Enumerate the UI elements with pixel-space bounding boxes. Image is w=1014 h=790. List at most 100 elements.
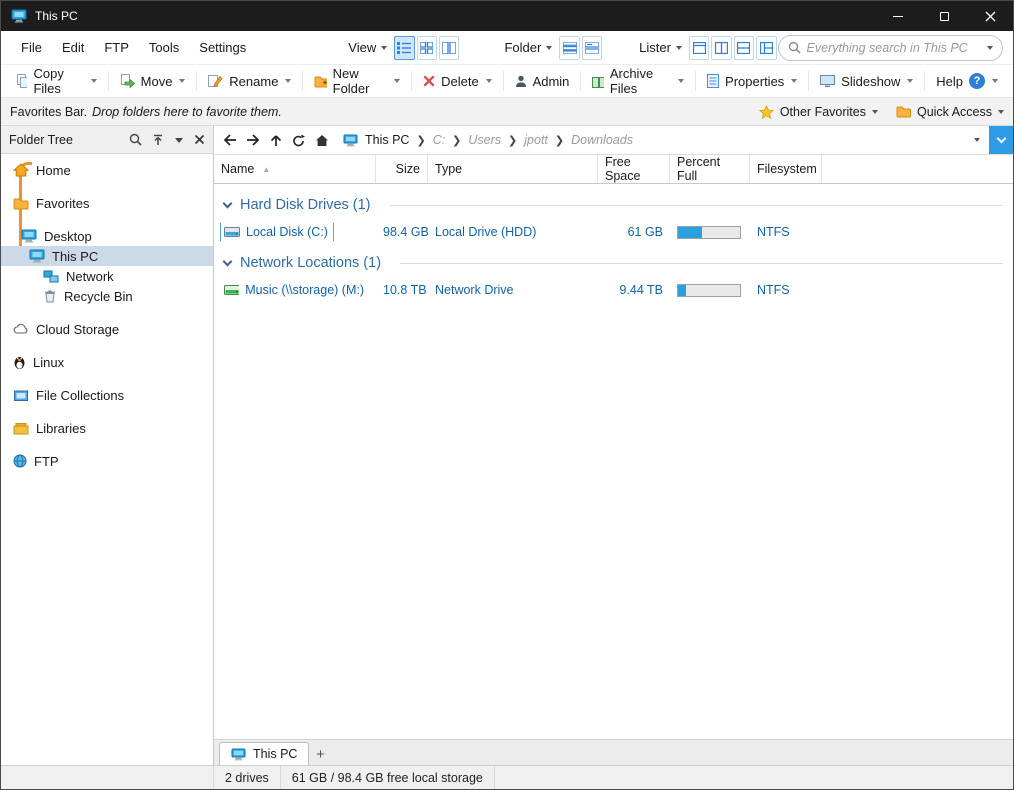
column-header-name[interactable]: Name ▲ bbox=[214, 155, 376, 183]
tree-item-home[interactable]: Home bbox=[1, 160, 213, 180]
lister-tree-button[interactable] bbox=[756, 35, 777, 60]
forward-button[interactable] bbox=[241, 128, 264, 152]
table-row[interactable]: Local Disk (C:) 98.4 GB Local Drive (HDD… bbox=[214, 220, 1013, 244]
column-header-filesystem[interactable]: Filesystem bbox=[750, 155, 822, 183]
folder-options-button[interactable] bbox=[989, 126, 1013, 154]
breadcrumb-segment[interactable]: This PC bbox=[365, 133, 409, 147]
back-button[interactable] bbox=[218, 128, 241, 152]
breadcrumb-segment[interactable]: jpott bbox=[524, 133, 548, 147]
quick-access-button[interactable]: Quick Access bbox=[896, 105, 1004, 119]
view-thumbnails-button[interactable] bbox=[416, 35, 438, 60]
drive-name-cell[interactable]: Local Disk (C:) bbox=[221, 223, 333, 241]
chevron-down-icon bbox=[222, 256, 233, 266]
app-window: This PC File Edit FTP Tools Settings Vie… bbox=[0, 0, 1014, 790]
tree-item-this-pc[interactable]: This PC bbox=[1, 246, 213, 266]
lister-dual-horizontal-button[interactable] bbox=[733, 35, 755, 60]
tree-item-libraries[interactable]: Libraries bbox=[1, 418, 213, 438]
tree-collapse-icon[interactable] bbox=[152, 134, 164, 146]
chevron-down-icon bbox=[791, 79, 798, 83]
file-list: Hard Disk Drives (1) Local Disk (C:) 98.… bbox=[214, 184, 1013, 739]
copy-files-button[interactable]: Copy Files bbox=[7, 65, 106, 97]
tree-item-file-collections[interactable]: File Collections bbox=[1, 385, 213, 405]
status-bar-spacer bbox=[1, 766, 214, 789]
view-menu[interactable]: View bbox=[342, 35, 393, 60]
column-header-percent-full[interactable]: Percent Full bbox=[670, 155, 750, 183]
group-header-hard-disk-drives[interactable]: Hard Disk Drives (1) bbox=[214, 192, 1013, 218]
path-history-dropdown[interactable] bbox=[965, 138, 989, 142]
home-button[interactable] bbox=[310, 128, 333, 152]
column-header-size[interactable]: Size bbox=[376, 155, 428, 183]
tab-bar: This PC + bbox=[214, 739, 1013, 765]
breadcrumb-segment[interactable]: Downloads bbox=[571, 133, 633, 147]
menu-settings[interactable]: Settings bbox=[189, 35, 256, 60]
tab-this-pc[interactable]: This PC bbox=[219, 742, 310, 765]
chevron-down-icon bbox=[974, 138, 980, 142]
view-list-button[interactable] bbox=[439, 35, 460, 60]
tree-item-desktop[interactable]: Desktop bbox=[1, 226, 213, 246]
close-button[interactable] bbox=[967, 1, 1013, 31]
table-row[interactable]: Music (\\storage) (M:) 10.8 TB Network D… bbox=[214, 278, 1013, 302]
copy-icon bbox=[17, 74, 28, 88]
menu-edit[interactable]: Edit bbox=[52, 35, 94, 60]
tree-search-icon[interactable] bbox=[129, 133, 142, 146]
group-divider bbox=[389, 204, 1003, 206]
home-icon bbox=[13, 163, 29, 177]
tree-close-icon[interactable] bbox=[194, 134, 205, 145]
properties-button[interactable]: Properties bbox=[698, 65, 806, 97]
new-tab-button[interactable]: + bbox=[309, 743, 331, 765]
network-drive-icon bbox=[224, 285, 240, 295]
help-button[interactable]: Help ? bbox=[927, 65, 1007, 97]
minimize-button[interactable] bbox=[875, 1, 921, 31]
archive-icon bbox=[592, 76, 604, 88]
breadcrumb-segment[interactable]: Users bbox=[468, 133, 501, 147]
menu-tools[interactable]: Tools bbox=[139, 35, 189, 60]
chevron-down-icon bbox=[987, 45, 994, 50]
tree-item-favorites[interactable]: Favorites bbox=[1, 193, 213, 213]
help-icon: ? bbox=[969, 73, 986, 89]
network-icon bbox=[43, 270, 59, 282]
thumbnails-view-icon bbox=[420, 41, 434, 54]
favorites-bar-label: Favorites Bar. bbox=[10, 104, 88, 119]
tree-item-recycle-bin[interactable]: Recycle Bin bbox=[1, 286, 213, 306]
rename-button[interactable]: Rename bbox=[199, 65, 300, 97]
new-folder-button[interactable]: New Folder bbox=[305, 65, 409, 97]
details-view-icon bbox=[397, 41, 412, 54]
tree-item-network[interactable]: Network bbox=[1, 266, 213, 286]
menu-ftp[interactable]: FTP bbox=[94, 35, 139, 60]
view-details-button[interactable] bbox=[394, 35, 415, 60]
breadcrumb-separator-icon: ❯ bbox=[452, 134, 462, 147]
tree-item-ftp[interactable]: FTP bbox=[1, 451, 213, 471]
folder-flat-view-button[interactable] bbox=[559, 35, 580, 60]
column-header-free-space[interactable]: Free Space bbox=[598, 155, 670, 183]
move-button[interactable]: Move bbox=[111, 65, 195, 97]
delete-button[interactable]: Delete bbox=[414, 65, 501, 97]
dual-horizontal-icon bbox=[737, 41, 751, 54]
chevron-down-icon bbox=[546, 45, 553, 50]
tree-options-icon[interactable] bbox=[174, 135, 184, 145]
up-button[interactable] bbox=[264, 128, 287, 152]
menu-bar: File Edit FTP Tools Settings View Folder bbox=[1, 31, 1013, 65]
tree-item-linux[interactable]: Linux bbox=[1, 352, 213, 372]
chevron-down-icon bbox=[907, 79, 914, 83]
search-input[interactable] bbox=[806, 40, 982, 55]
drive-name-cell[interactable]: Music (\\storage) (M:) bbox=[221, 281, 369, 299]
this-pc-icon bbox=[29, 249, 45, 263]
refresh-button[interactable] bbox=[287, 128, 310, 152]
other-favorites-button[interactable]: Other Favorites bbox=[758, 104, 878, 119]
breadcrumb-segment[interactable]: C: bbox=[433, 133, 446, 147]
admin-button[interactable]: Admin bbox=[506, 65, 579, 97]
slideshow-button[interactable]: Slideshow bbox=[811, 65, 922, 97]
group-header-network-locations[interactable]: Network Locations (1) bbox=[214, 250, 1013, 276]
maximize-button[interactable] bbox=[921, 1, 967, 31]
archive-files-button[interactable]: Archive Files bbox=[583, 65, 693, 97]
lister-single-button[interactable] bbox=[688, 35, 710, 60]
tree-pane-icon bbox=[759, 41, 773, 54]
folder-grouped-view-button[interactable] bbox=[581, 35, 603, 60]
lister-dual-vertical-button[interactable] bbox=[711, 35, 732, 60]
folder-menu[interactable]: Folder bbox=[498, 35, 558, 60]
menu-file[interactable]: File bbox=[11, 35, 52, 60]
tree-item-cloud-storage[interactable]: Cloud Storage bbox=[1, 319, 213, 339]
lister-menu[interactable]: Lister bbox=[633, 35, 688, 60]
column-header-type[interactable]: Type bbox=[428, 155, 598, 183]
search-box bbox=[777, 34, 1004, 61]
